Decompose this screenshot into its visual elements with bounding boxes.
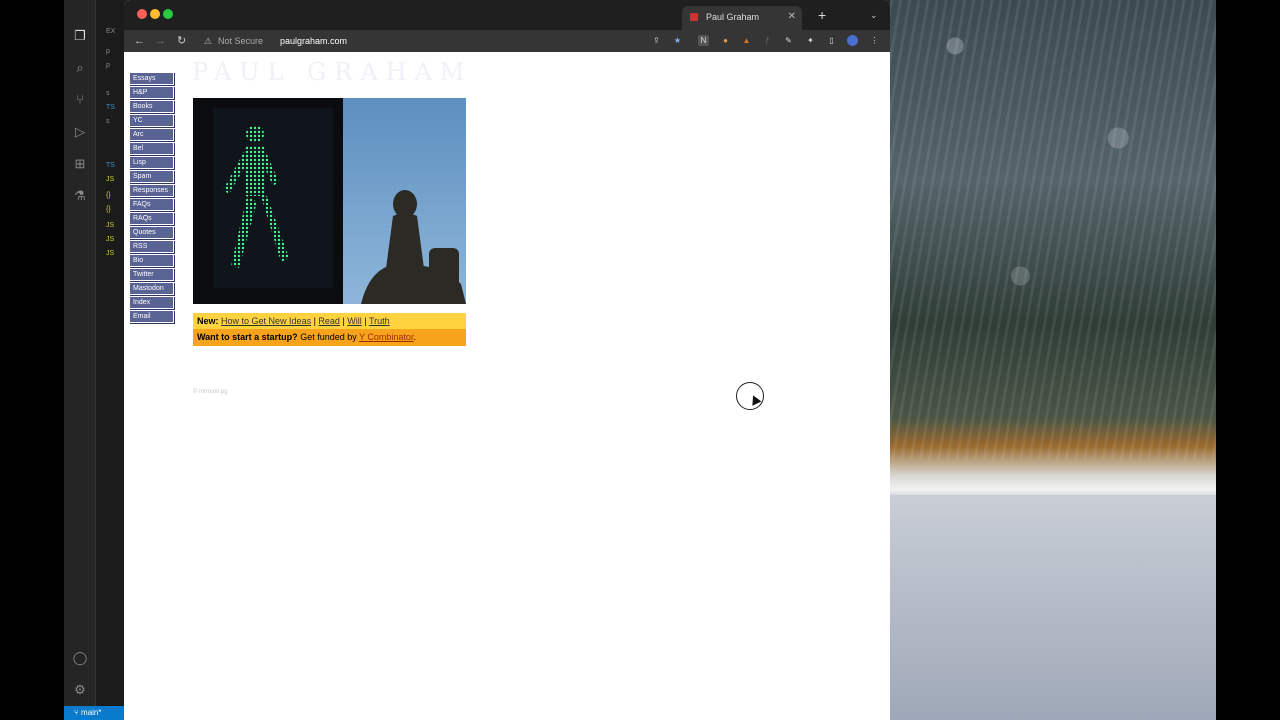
nav-rss[interactable]: RSS (129, 240, 174, 253)
run-debug-icon[interactable]: ▷ (72, 124, 88, 140)
desktop-wallpaper (890, 0, 1216, 720)
explorer-line[interactable]: p (106, 62, 110, 69)
files-icon[interactable]: ❐ (72, 28, 88, 44)
site-logo[interactable]: PAUL GRAHAM (192, 58, 472, 86)
explorer-line[interactable]: s (106, 90, 110, 97)
news-label: New: (197, 316, 219, 326)
news-row: New: How to Get New Ideas | Read | Will … (193, 313, 466, 329)
separator: | (361, 316, 369, 326)
profile-avatar-icon[interactable] (847, 35, 858, 46)
explorer-line[interactable]: TS (106, 162, 115, 169)
explorer-line[interactable]: JS (106, 236, 114, 243)
hero-image (193, 98, 466, 304)
startup-row: Want to start a startup? Get funded by Y… (193, 329, 466, 346)
branch-name: main* (81, 708, 102, 717)
extension-icon[interactable]: ƒ (762, 35, 773, 46)
warning-triangle-icon[interactable]: ⚠ (204, 32, 212, 50)
nav-quotes[interactable]: Quotes (129, 226, 174, 239)
forward-arrow-icon[interactable]: → (155, 34, 166, 48)
explorer-line[interactable]: p (106, 48, 110, 55)
nav-mastodon[interactable]: Mastodon (129, 282, 174, 295)
close-window-icon[interactable] (137, 9, 147, 19)
browser-toolbar: ← → ↻ ⚠ Not Secure paulgraham.com ⇪ ★ N … (124, 30, 890, 52)
nav-hp[interactable]: H&P (129, 86, 174, 99)
nav-twitter[interactable]: Twitter (129, 268, 174, 281)
link-y-combinator[interactable]: Y Combinator (359, 332, 413, 342)
extensions-icon[interactable]: ⊞ (72, 156, 88, 172)
url-text[interactable]: paulgraham.com (280, 32, 347, 50)
nav-arc[interactable]: Arc (129, 128, 174, 141)
explorer-line[interactable]: JS (106, 222, 114, 229)
link-will[interactable]: Will (347, 316, 362, 326)
address-bar[interactable]: ⚠ Not Secure paulgraham.com (200, 32, 672, 50)
security-label[interactable]: Not Secure (218, 32, 263, 50)
vscode-explorer: EX p p s s TS TS JS {} {} JS JS JS (96, 0, 126, 706)
vscode-activity-bar: ❐ ⌕ ⑂ ▷ ⊞ ⚗ ◯ ⚙ (64, 0, 96, 706)
chrome-menu-icon[interactable]: ⋮ (869, 35, 880, 46)
link-how-to-get-new-ideas[interactable]: How to Get New Ideas (221, 316, 311, 326)
screen-edge (1216, 0, 1280, 720)
left-nav: Essays H&P Books YC Arc Bel Lisp Spam Re… (129, 72, 174, 324)
nav-index[interactable]: Index (129, 296, 174, 309)
nav-spam[interactable]: Spam (129, 170, 174, 183)
nav-lisp[interactable]: Lisp (129, 156, 174, 169)
explorer-line[interactable]: {} (106, 192, 111, 199)
reload-icon[interactable]: ↻ (177, 34, 186, 48)
close-tab-icon[interactable]: ✕ (788, 6, 796, 28)
nav-books[interactable]: Books (129, 100, 174, 113)
testing-icon[interactable]: ⚗ (72, 188, 88, 204)
cookie-extension-icon[interactable]: ● (720, 35, 731, 46)
favicon-icon (690, 13, 698, 21)
new-tab-icon[interactable]: + (818, 8, 826, 22)
tab-search-chevron-icon[interactable]: ⌄ (870, 10, 878, 21)
extensions-puzzle-icon[interactable]: ✦ (805, 35, 816, 46)
settings-gear-icon[interactable]: ⚙ (72, 682, 88, 698)
bookmark-star-icon[interactable]: ★ (672, 35, 683, 46)
account-icon[interactable]: ◯ (72, 650, 88, 666)
walk-signal-statue-image (193, 98, 466, 304)
share-icon[interactable]: ⇪ (651, 35, 662, 46)
news-banner: New: How to Get New Ideas | Read | Will … (193, 313, 466, 346)
metamask-extension-icon[interactable]: ▲ (741, 35, 752, 46)
nav-raqs[interactable]: RAQs (129, 212, 174, 225)
nav-email[interactable]: Email (129, 310, 174, 323)
search-icon[interactable]: ⌕ (72, 60, 88, 76)
chrome-window: Paul Graham ✕ + ⌄ ← → ↻ ⚠ Not Secure pau… (124, 0, 890, 720)
webpage: PAUL GRAHAM Essays H&P Books YC Arc Bel … (124, 52, 890, 720)
nav-faqs[interactable]: FAQs (129, 198, 174, 211)
explorer-line[interactable]: JS (106, 250, 114, 257)
explorer-line: EX (106, 28, 116, 35)
pen-extension-icon[interactable]: ✎ (783, 35, 794, 46)
side-panel-icon[interactable]: ▯ (826, 35, 837, 46)
explorer-line[interactable]: JS (106, 176, 114, 183)
maximize-window-icon[interactable] (163, 9, 173, 19)
minimize-window-icon[interactable] (150, 9, 160, 19)
link-read[interactable]: Read (318, 316, 340, 326)
mouse-cursor-icon (736, 382, 764, 410)
notion-extension-icon[interactable]: N (698, 35, 709, 46)
link-truth[interactable]: Truth (369, 316, 390, 326)
nav-yc[interactable]: YC (129, 114, 174, 127)
back-arrow-icon[interactable]: ← (134, 34, 145, 48)
startup-end: . (413, 332, 416, 342)
startup-question: Want to start a startup? (197, 332, 298, 342)
explorer-line[interactable]: {} (106, 206, 111, 213)
explorer-line[interactable]: TS (106, 104, 115, 111)
nav-bio[interactable]: Bio (129, 254, 174, 267)
nav-bel[interactable]: Bel (129, 142, 174, 155)
snowy-forest-image (890, 0, 1216, 460)
lake-image (890, 495, 1216, 720)
startup-text: Get funded by (300, 332, 357, 342)
tab-strip: Paul Graham ✕ + ⌄ (124, 0, 890, 30)
tab-paul-graham[interactable]: Paul Graham ✕ (682, 6, 802, 30)
nav-essays[interactable]: Essays (129, 72, 174, 85)
explorer-line[interactable]: s (106, 118, 110, 125)
nav-responses[interactable]: Responses (129, 184, 174, 197)
source-control-icon[interactable]: ⑂ (72, 92, 88, 108)
copyright-text: © mmxxiii pg (193, 389, 228, 395)
tab-title: Paul Graham (706, 12, 760, 22)
